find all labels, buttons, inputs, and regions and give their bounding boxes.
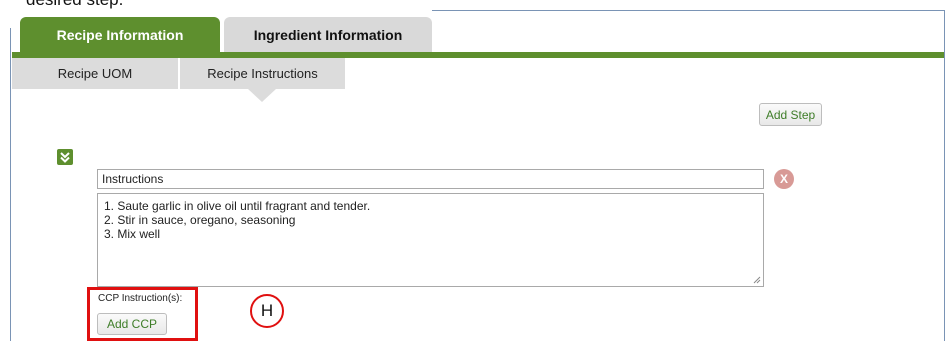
tab-ingredient-information[interactable]: Ingredient Information xyxy=(224,17,432,53)
subtab-recipe-uom[interactable]: Recipe UOM xyxy=(12,58,178,89)
double-chevron-down-icon[interactable] xyxy=(57,149,73,165)
frame-border-left xyxy=(10,28,11,341)
add-step-button[interactable]: Add Step xyxy=(759,103,822,126)
instructions-textarea[interactable]: 1. Saute garlic in olive oil until fragr… xyxy=(97,193,764,287)
active-subtab-pointer xyxy=(248,89,276,102)
document-caption-text: desired step. xyxy=(26,0,123,10)
frame-border-right xyxy=(944,10,945,341)
subtab-recipe-instructions[interactable]: Recipe Instructions xyxy=(180,58,345,89)
instruction-line: 2. Stir in sauce, oregano, seasoning xyxy=(104,213,296,227)
close-circle-icon[interactable]: X xyxy=(774,169,794,189)
instruction-line: 1. Saute garlic in olive oil until fragr… xyxy=(104,199,371,213)
frame-border-top xyxy=(432,10,945,11)
resize-grip-icon[interactable] xyxy=(753,276,761,284)
instruction-line: 3. Mix well xyxy=(104,227,161,241)
step-title-input[interactable]: Instructions xyxy=(97,169,764,189)
annotation-callout-marker: H xyxy=(250,294,284,328)
annotation-highlight-box xyxy=(87,287,198,341)
tab-recipe-information[interactable]: Recipe Information xyxy=(20,17,220,53)
